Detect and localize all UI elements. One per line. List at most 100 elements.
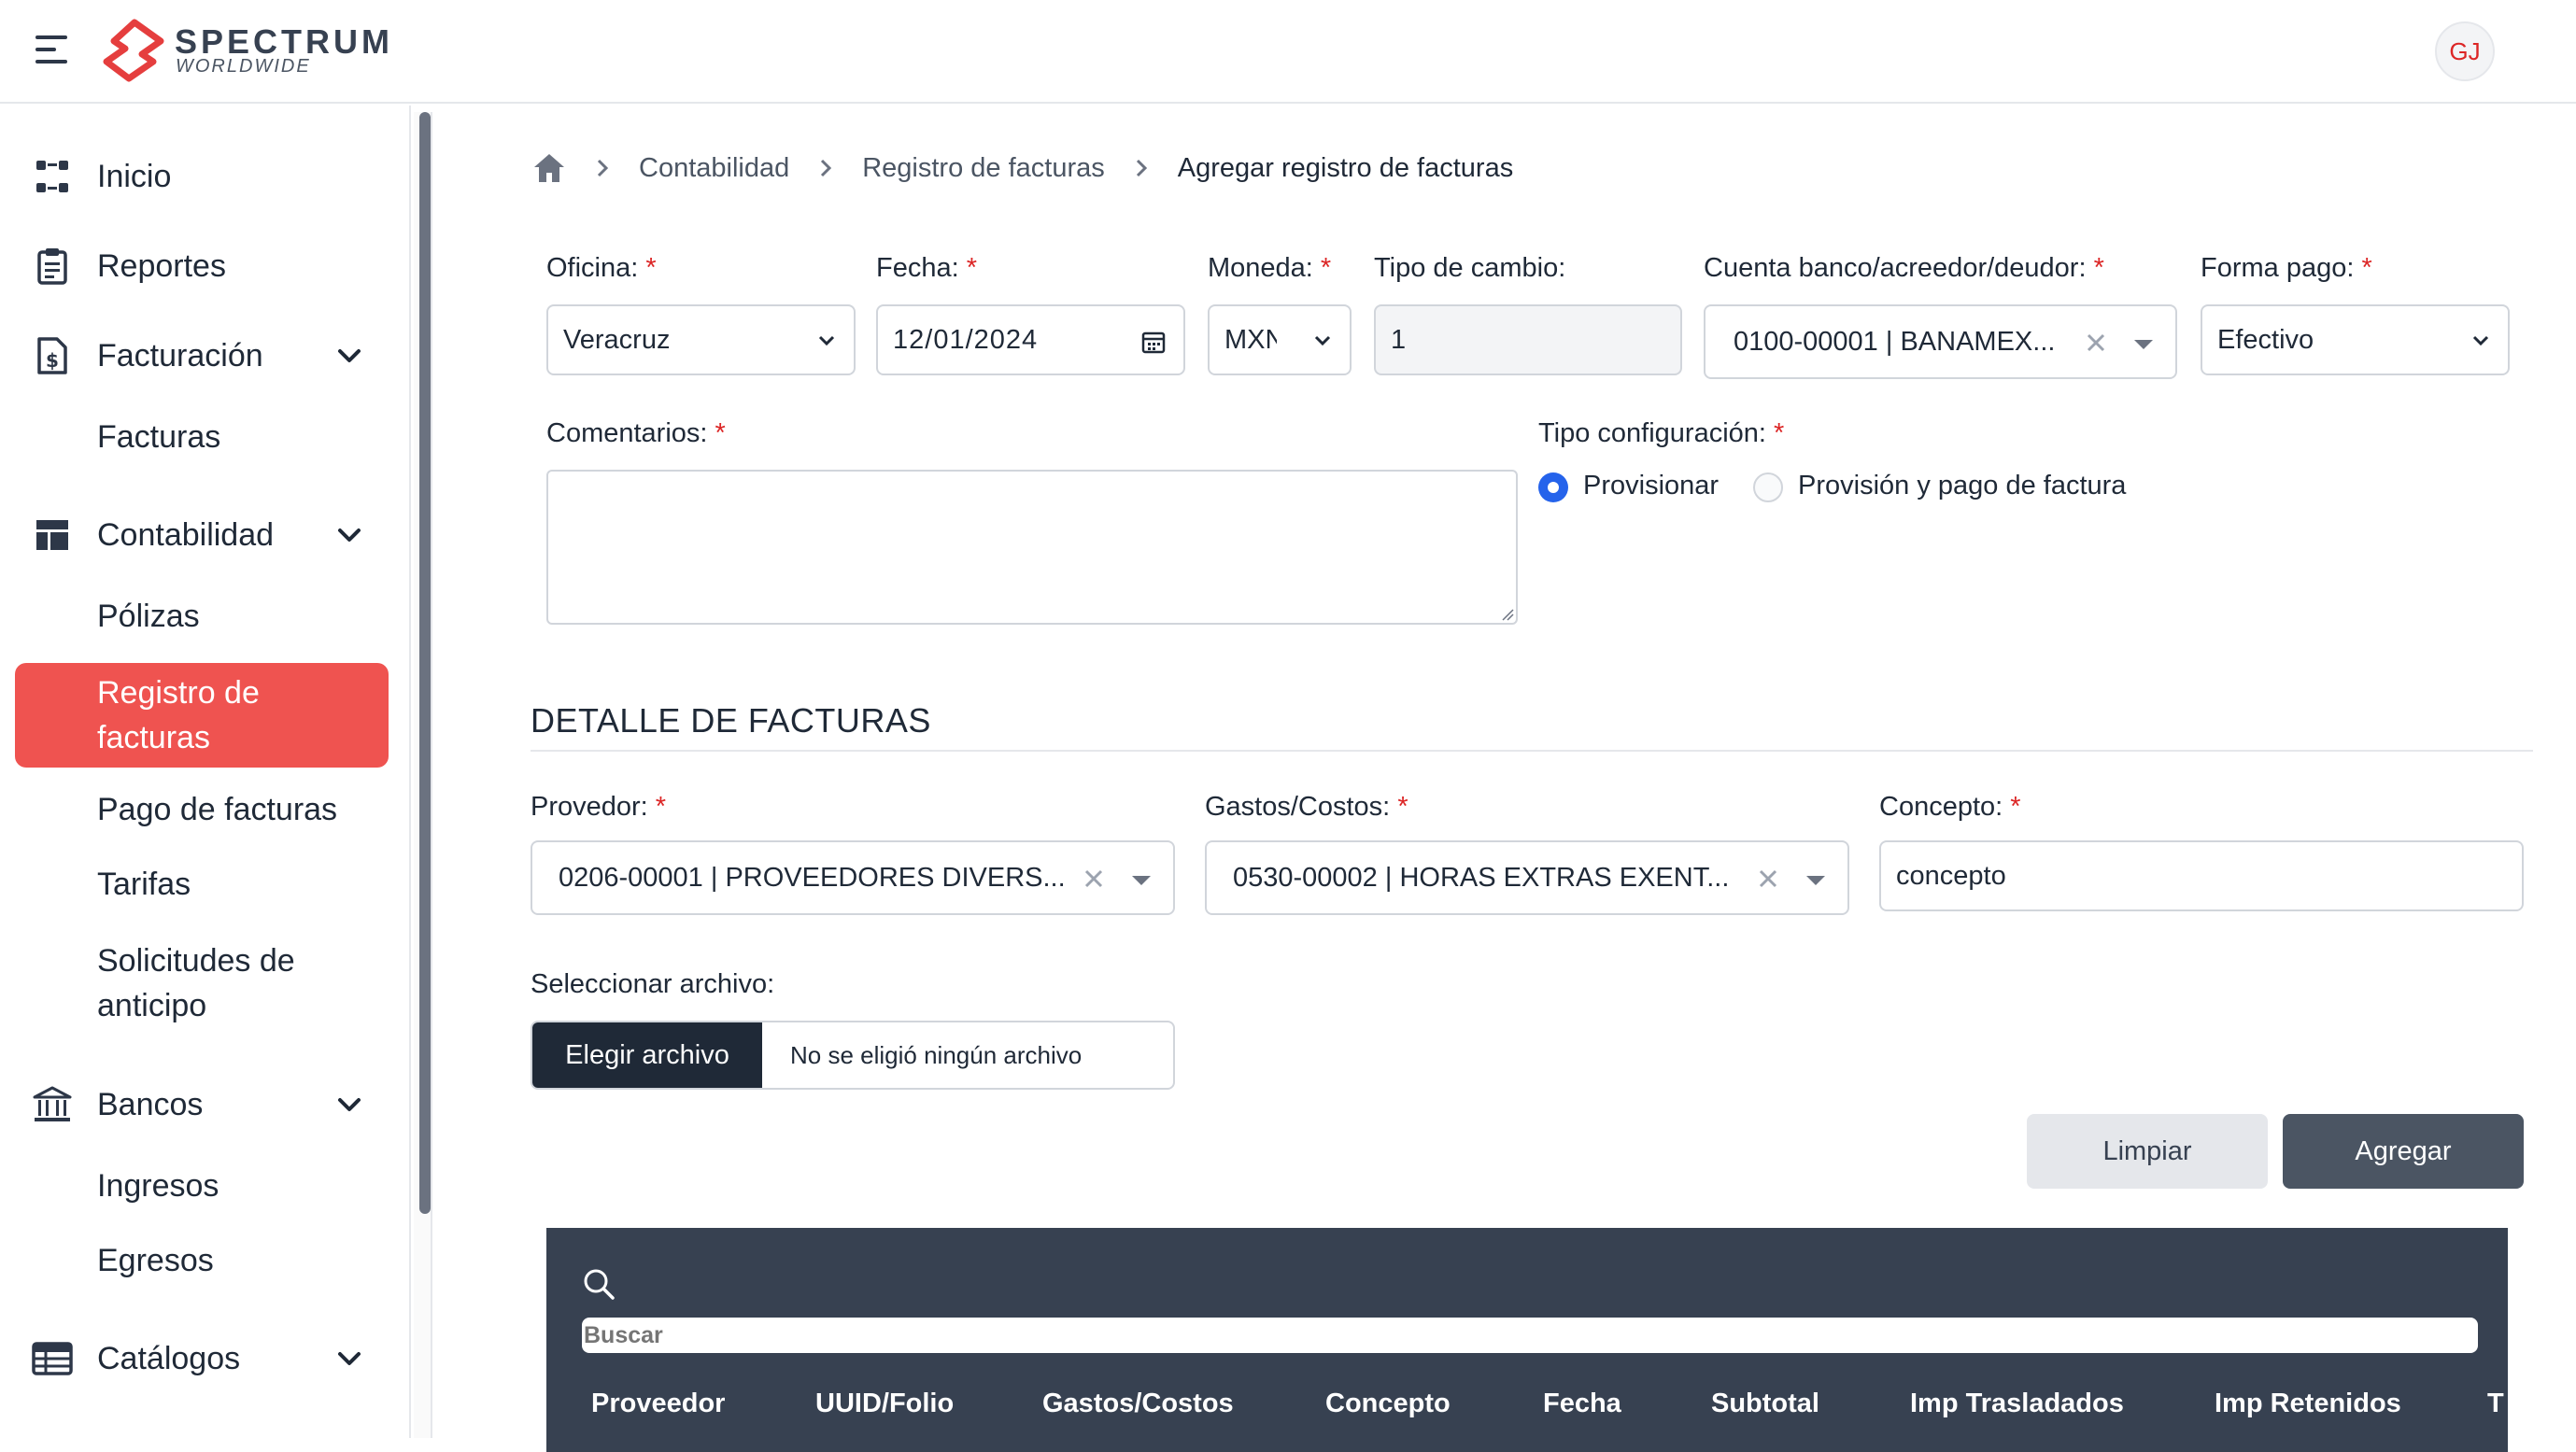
svg-text:$: $: [46, 349, 59, 372]
dropdown-arrow-icon[interactable]: [1132, 876, 1151, 885]
dropdown-arrow-icon[interactable]: [2134, 340, 2153, 349]
cuenta-select[interactable]: 0100-00001 | BANAMEX...: [1704, 304, 2177, 379]
tipo-cambio-value: 1: [1391, 324, 1407, 355]
column-header-fecha[interactable]: Fecha: [1543, 1389, 1621, 1419]
menu-icon[interactable]: [35, 35, 69, 63]
tipo-cambio-label: Tipo de cambio:: [1374, 253, 1566, 283]
cuenta-label: Cuenta banco/acreedor/deudor: *: [1704, 253, 2104, 283]
sidebar-item-egresos[interactable]: Egresos: [97, 1243, 214, 1279]
table-search-input[interactable]: [582, 1318, 2478, 1353]
invoice-dollar-icon: $: [32, 335, 73, 376]
fecha-value: 12/01/2024: [893, 324, 1039, 355]
sidebar-item-registro-facturas[interactable]: Registro de facturas: [15, 663, 389, 768]
column-header-imp-retenidos[interactable]: Imp Retenidos: [2215, 1389, 2401, 1419]
moneda-value: MXN: [1224, 324, 1277, 355]
sidebar-item-inicio[interactable]: Inicio: [0, 148, 409, 204]
oficina-value: Veracruz: [563, 324, 671, 355]
radio-provisionar[interactable]: [1538, 472, 1568, 502]
home-icon[interactable]: [532, 152, 566, 184]
sidebar-item-facturas[interactable]: Facturas: [97, 419, 220, 456]
oficina-label: Oficina: *: [546, 253, 657, 283]
gastos-value: 0530-00002 | HORAS EXTRAS EXENT...: [1233, 862, 1730, 893]
clear-icon[interactable]: [1083, 868, 1104, 889]
sidebar-item-polizas[interactable]: Pólizas: [97, 599, 200, 635]
sidebar-scrollbar[interactable]: [414, 112, 432, 1438]
tipo-config-label: Tipo configuración: *: [1538, 418, 1785, 448]
clear-icon[interactable]: [1758, 868, 1778, 889]
choose-file-button[interactable]: Elegir archivo: [532, 1022, 762, 1088]
sidebar-item-reportes[interactable]: Reportes: [0, 238, 409, 294]
column-header-imp-trasladados[interactable]: Imp Trasladados: [1910, 1389, 2124, 1419]
forma-pago-select[interactable]: Efectivo: [2201, 304, 2510, 375]
sidebar-item-catalogos[interactable]: Catálogos: [0, 1331, 409, 1387]
calendar-icon[interactable]: [1140, 329, 1167, 355]
chevron-down-icon[interactable]: [334, 341, 364, 371]
limpiar-button[interactable]: Limpiar: [2027, 1114, 2268, 1189]
concepto-input[interactable]: concepto: [1879, 840, 2524, 911]
radio-provision-pago-label[interactable]: Provisión y pago de factura: [1798, 471, 2126, 501]
tipo-cambio-input[interactable]: 1: [1374, 304, 1682, 375]
sidebar-item-bancos[interactable]: Bancos: [0, 1077, 409, 1133]
concepto-label: Concepto: *: [1879, 792, 2021, 822]
section-title-detalle: DETALLE DE FACTURAS: [531, 701, 931, 740]
sidebar-item-tarifas[interactable]: Tarifas: [97, 867, 191, 903]
breadcrumb-contabilidad[interactable]: Contabilidad: [639, 153, 789, 184]
comentarios-textarea[interactable]: [546, 470, 1518, 625]
main-content: Contabilidad Registro de facturas Agrega…: [439, 106, 2576, 1452]
sidebar-item-label: Registro de facturas: [97, 675, 260, 755]
breadcrumb-current: Agregar registro de facturas: [1177, 152, 1514, 183]
sidebar-item-pago-facturas[interactable]: Pago de facturas: [97, 792, 337, 828]
proveedor-select[interactable]: 0206-00001 | PROVEEDORES DIVERS...: [531, 840, 1175, 915]
breadcrumb: Contabilidad Registro de facturas Agrega…: [532, 152, 1513, 184]
sidebar: Inicio Reportes $ Facturación Facturas C…: [0, 106, 411, 1438]
column-header-concepto[interactable]: Concepto: [1325, 1389, 1451, 1419]
sidebar-item-label: Reportes: [97, 247, 226, 284]
gastos-select[interactable]: 0530-00002 | HORAS EXTRAS EXENT...: [1205, 840, 1849, 915]
column-header-gastos[interactable]: Gastos/Costos: [1042, 1389, 1234, 1419]
moneda-label: Moneda: *: [1208, 253, 1332, 283]
sidebar-item-ingresos[interactable]: Ingresos: [97, 1168, 219, 1205]
column-header-subtotal[interactable]: Subtotal: [1711, 1389, 1819, 1419]
sidebar-item-facturacion[interactable]: $ Facturación: [0, 328, 409, 384]
spectrum-logo-icon: [103, 19, 164, 82]
archivo-label: Seleccionar archivo:: [531, 969, 775, 999]
resize-handle-icon[interactable]: [1501, 608, 1514, 621]
agregar-button[interactable]: Agregar: [2283, 1114, 2524, 1189]
scrollbar-thumb[interactable]: [419, 112, 431, 1214]
file-input[interactable]: Elegir archivo No se eligió ningún archi…: [531, 1021, 1175, 1090]
clear-icon[interactable]: [2086, 332, 2106, 353]
column-header-total[interactable]: T: [2487, 1389, 2504, 1419]
chevron-right-icon: [821, 159, 832, 177]
chevron-down-icon: [2472, 335, 2489, 346]
forma-pago-value: Efectivo: [2217, 324, 2314, 355]
chevron-down-icon: [818, 335, 835, 346]
oficina-select[interactable]: Veracruz: [546, 304, 856, 375]
sidebar-item-solicitudes-anticipo[interactable]: Solicitudes de anticipo: [97, 938, 359, 1028]
radio-provisionar-label[interactable]: Provisionar: [1583, 471, 1719, 501]
chevron-right-icon: [597, 159, 609, 177]
concepto-value: concepto: [1896, 860, 2006, 891]
moneda-select[interactable]: MXN: [1208, 304, 1352, 375]
breadcrumb-registro-facturas[interactable]: Registro de facturas: [862, 153, 1105, 184]
layout-icon: [32, 515, 73, 556]
user-avatar[interactable]: GJ: [2435, 21, 2495, 81]
top-bar: SPECTRUM WORLDWIDE GJ: [0, 0, 2576, 104]
chevron-down-icon[interactable]: [334, 1090, 364, 1120]
brand-sub: WORLDWIDE: [176, 56, 311, 77]
sidebar-item-contabilidad[interactable]: Contabilidad: [0, 507, 409, 563]
invoices-table-panel: Proveedor UUID/Folio Gastos/Costos Conce…: [546, 1228, 2508, 1452]
column-header-proveedor[interactable]: Proveedor: [591, 1389, 725, 1419]
cuenta-value: 0100-00001 | BANAMEX...: [1734, 326, 2056, 357]
fecha-label: Fecha: *: [876, 253, 978, 283]
sidebar-item-label: Contabilidad: [97, 516, 275, 553]
file-status: No se eligió ningún archivo: [790, 1040, 1083, 1069]
radio-provision-pago[interactable]: [1753, 472, 1783, 502]
fecha-input[interactable]: 12/01/2024: [876, 304, 1185, 375]
chevron-down-icon[interactable]: [334, 1344, 364, 1374]
dropdown-arrow-icon[interactable]: [1806, 876, 1825, 885]
chevron-down-icon[interactable]: [334, 520, 364, 550]
forma-pago-label: Forma pago: *: [2201, 253, 2372, 283]
column-header-uuid[interactable]: UUID/Folio: [815, 1389, 954, 1419]
table-icon: [32, 1338, 73, 1379]
gastos-label: Gastos/Costos: *: [1205, 792, 1408, 822]
